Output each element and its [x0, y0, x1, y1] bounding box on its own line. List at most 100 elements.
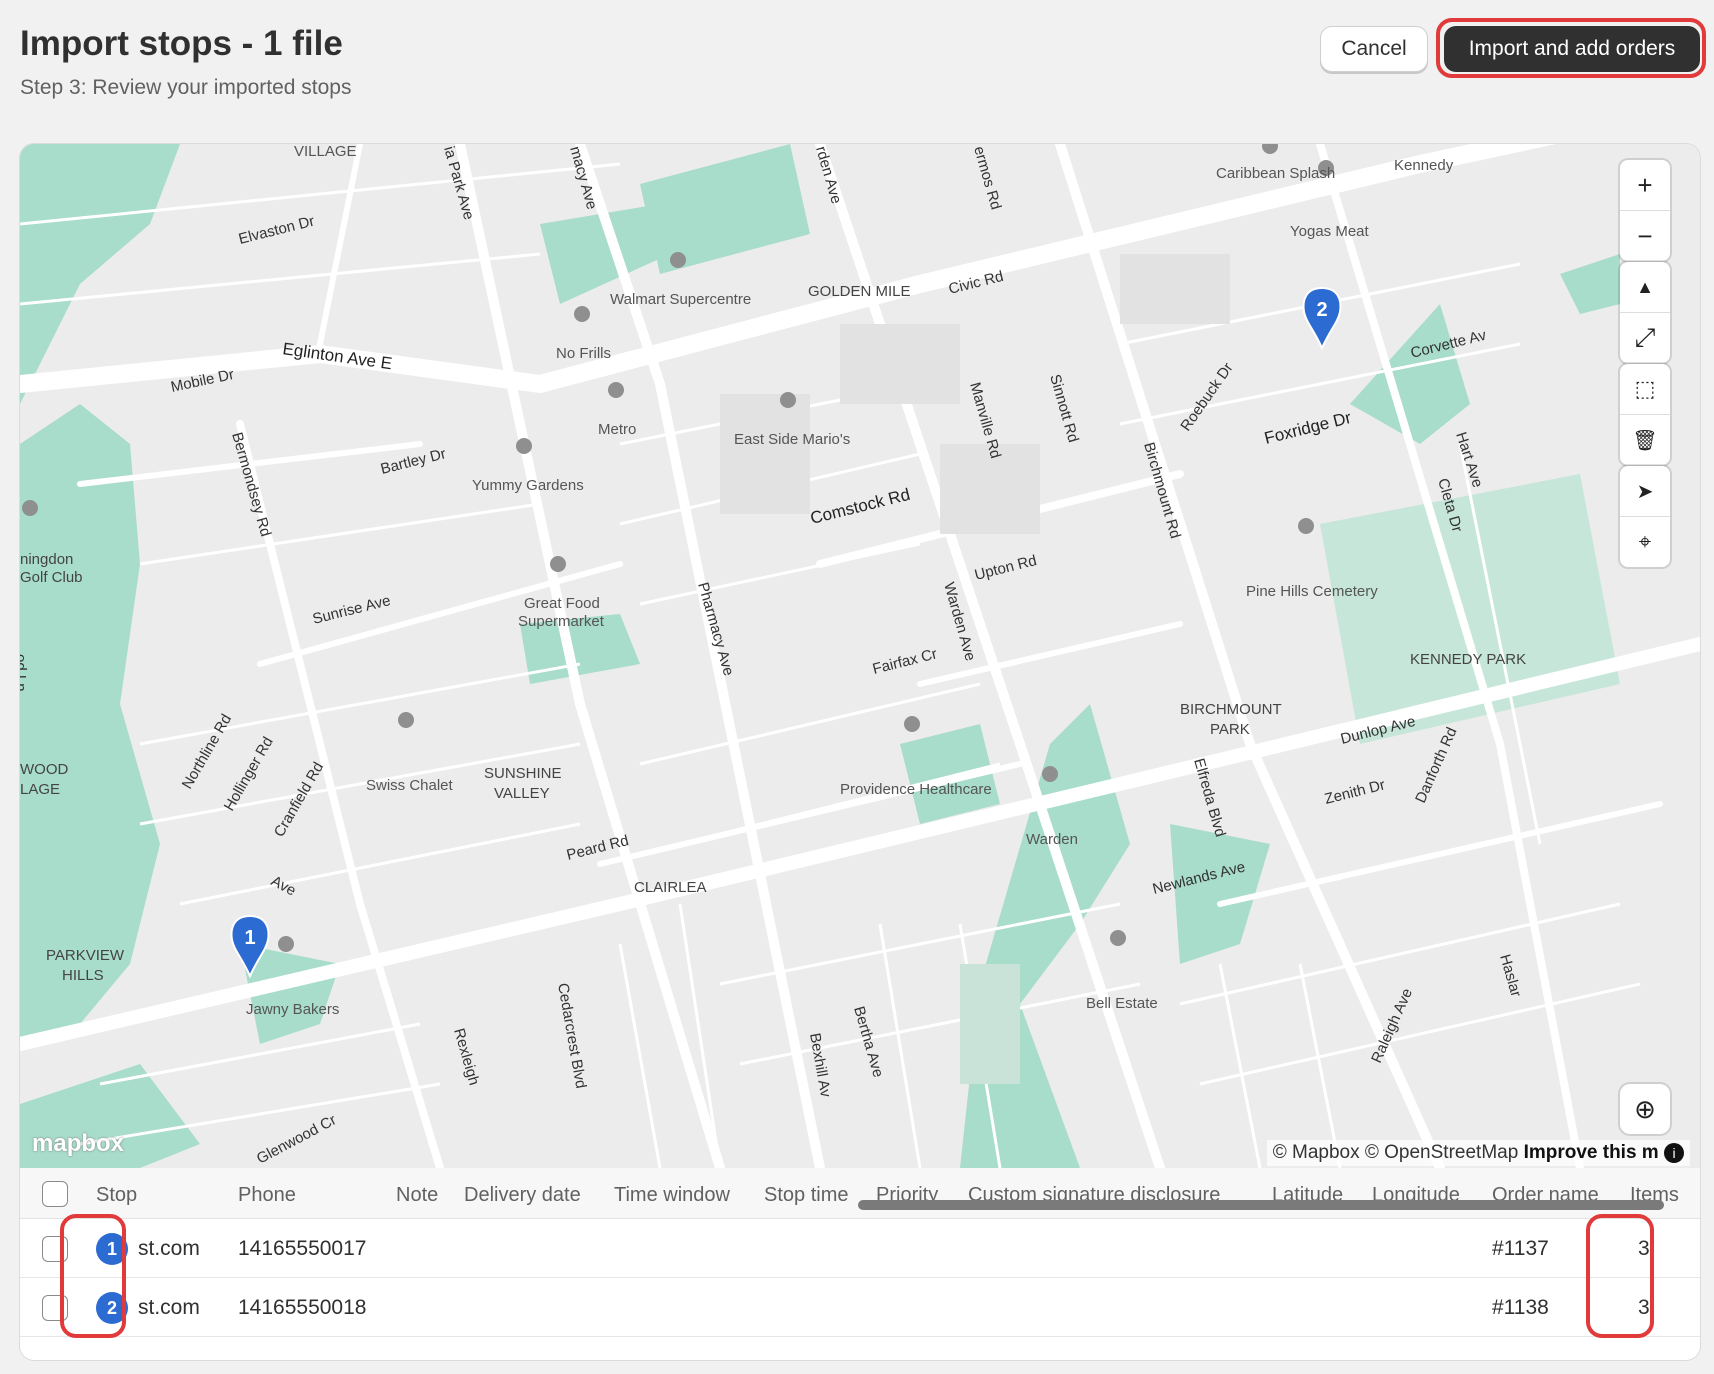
- map-label-sunshine-1: SUNSHINE: [484, 765, 562, 782]
- map-label-sunshine-2: VALLEY: [494, 785, 550, 802]
- map-label-hart: Hart Ave: [1452, 430, 1486, 490]
- globe-control: ⊕: [1620, 1084, 1670, 1134]
- compass-icon[interactable]: ▲: [1620, 262, 1670, 313]
- map-attribution: © Mapbox © OpenStreetMap Improve this m …: [1266, 1140, 1690, 1166]
- map-label-yogas: Yogas Meat: [1290, 223, 1370, 240]
- map-label-lage: LAGE: [20, 781, 60, 798]
- draw-controls: ⬚ 🗑: [1620, 364, 1670, 465]
- table-row[interactable]: 1 st.com 14165550017 #1137 3: [20, 1219, 1700, 1278]
- map-label-birchmount-park-2: PARK: [1210, 721, 1250, 738]
- map-label-kennedy: Kennedy: [1394, 157, 1454, 174]
- horizontal-scrollbar[interactable]: [858, 1200, 1664, 1210]
- info-icon[interactable]: i: [1664, 1143, 1684, 1163]
- map-label-sinnott: Sinnott Rd: [1046, 372, 1082, 444]
- map-label-upton: Upton Rd: [973, 552, 1039, 584]
- view-controls: ▲ ⤢: [1620, 262, 1670, 363]
- col-phone[interactable]: Phone: [238, 1184, 296, 1207]
- map-label-cedarcrest: Cedarcrest Blvd: [554, 982, 589, 1090]
- map-label-fairfax: Fairfax Cr: [871, 645, 939, 677]
- col-time-window[interactable]: Time window: [614, 1184, 730, 1207]
- map-label-supermarket: Supermarket: [518, 613, 605, 630]
- map-label-nofrills: No Frills: [556, 345, 611, 362]
- map-label-rexleigh: Rexleigh: [450, 1026, 482, 1087]
- row-order-name: #1138: [1492, 1296, 1549, 1319]
- map-label-ave-near-pin: Ave: [268, 873, 299, 900]
- map-label-haslar: Haslar: [1496, 952, 1524, 998]
- map-label-sunrise: Sunrise Ave: [311, 592, 393, 628]
- map-label-ermos: ermos Rd: [970, 144, 1004, 211]
- page-title: Import stops - 1 file: [20, 24, 343, 63]
- map-label-zenith: Zenith Dr: [1323, 776, 1387, 807]
- row-email: st.com: [138, 1237, 200, 1260]
- fullscreen-icon[interactable]: ⤢: [1620, 313, 1670, 363]
- import-review-card: VILLAGE Caribbean Splash Kennedy Elvasto…: [20, 144, 1700, 1360]
- trash-icon[interactable]: 🗑: [1620, 415, 1670, 465]
- map-label-rden: rden Ave: [812, 144, 845, 205]
- col-delivery-date[interactable]: Delivery date: [464, 1184, 581, 1207]
- map-label-danforth: Danforth Rd: [1412, 725, 1460, 806]
- map-label-foxridge: Foxridge Dr: [1262, 408, 1353, 448]
- zoom-in-button[interactable]: +: [1620, 160, 1670, 211]
- lasso-select-icon[interactable]: ⌖: [1620, 517, 1670, 567]
- map-label-village: VILLAGE: [294, 144, 357, 160]
- row-order-name: #1137: [1492, 1237, 1549, 1260]
- map-label-roebuck: Roebuck Dr: [1177, 360, 1236, 435]
- mapbox-logo: mapbox: [32, 1130, 125, 1157]
- map-label-parkview-2: HILLS: [62, 967, 104, 984]
- highlight-stop-column: [60, 1214, 126, 1338]
- stops-table: Stop Phone Note Delivery date Time windo…: [20, 1168, 1700, 1360]
- map-pin-2[interactable]: 2: [1302, 286, 1342, 351]
- row-phone: 14165550017: [238, 1237, 367, 1260]
- map-label-metro: Metro: [598, 421, 636, 438]
- map-label-caribbean: Caribbean Splash: [1216, 165, 1335, 182]
- map-label-golden-mile: GOLDEN MILE: [808, 283, 911, 300]
- map-label-eastside: East Side Mario's: [734, 431, 850, 448]
- map-label-swiss: Swiss Chalet: [366, 777, 454, 794]
- col-note[interactable]: Note: [396, 1184, 438, 1207]
- col-stop[interactable]: Stop: [96, 1184, 137, 1207]
- improve-map-link[interactable]: Improve this m: [1524, 1142, 1659, 1163]
- row-email: st.com: [138, 1296, 200, 1319]
- zoom-out-button[interactable]: −: [1620, 211, 1670, 261]
- map-pin-1-label: 1: [244, 927, 255, 949]
- map-label-pine-hills: Pine Hills Cemetery: [1246, 583, 1378, 600]
- map-label-golf-club: ningdon Golf Club: [20, 551, 83, 586]
- map-label-bermondsey: Bermondsey Rd: [228, 430, 274, 538]
- map-label-od-ln: od Ln: [20, 654, 29, 692]
- select-area-icon[interactable]: ⬚: [1620, 364, 1670, 415]
- highlight-items-column: [1586, 1214, 1654, 1338]
- pointer-icon[interactable]: ➤: [1620, 466, 1670, 517]
- map-label-parkview-1: PARKVIEW: [46, 947, 125, 964]
- table-header: Stop Phone Note Delivery date Time windo…: [20, 1168, 1700, 1219]
- map-label-eglinton: Eglinton Ave E: [281, 339, 393, 373]
- map-label-comstock: Comstock Rd: [808, 485, 912, 528]
- map-label-elfreda: Elfreda Blvd: [1190, 756, 1229, 838]
- map-view[interactable]: VILLAGE Caribbean Splash Kennedy Elvasto…: [20, 144, 1700, 1168]
- table-row[interactable]: 2 st.com 14165550018 #1138 3: [20, 1278, 1700, 1337]
- map-label-northline: Northline Rd: [179, 711, 235, 792]
- row-phone: 14165550018: [238, 1296, 367, 1319]
- map-label-warden: Warden: [1026, 831, 1078, 848]
- map-label-great-food: Great Food: [524, 595, 600, 612]
- page-subtitle: Step 3: Review your imported stops: [20, 76, 352, 99]
- map-label-kennedy-park: KENNEDY PARK: [1410, 651, 1526, 668]
- map-label-glenwood: Glenwood Cr: [254, 1111, 339, 1167]
- map-label-jawny: Jawny Bakers: [246, 1001, 339, 1018]
- attribution-text[interactable]: © Mapbox © OpenStreetMap: [1273, 1142, 1519, 1163]
- globe-icon[interactable]: ⊕: [1620, 1084, 1670, 1134]
- map-label-bell: Bell Estate: [1086, 995, 1158, 1012]
- map-label-bexhill: Bexhill Av: [806, 1032, 834, 1099]
- cancel-button[interactable]: Cancel: [1320, 26, 1428, 72]
- select-all-checkbox[interactable]: [42, 1181, 68, 1207]
- map-canvas[interactable]: VILLAGE Caribbean Splash Kennedy Elvasto…: [20, 144, 1700, 1168]
- map-label-birchmount-park-1: BIRCHMOUNT: [1180, 701, 1282, 718]
- map-pin-2-label: 2: [1316, 299, 1327, 321]
- map-label-walmart: Walmart Supercentre: [610, 291, 751, 308]
- col-stop-time[interactable]: Stop time: [764, 1184, 848, 1207]
- map-label-clairlea: CLAIRLEA: [634, 879, 707, 896]
- map-label-elvaston: Elvaston Dr: [237, 213, 316, 248]
- highlight-primary-button: [1436, 18, 1706, 78]
- map-label-providence: Providence Healthcare: [840, 781, 992, 798]
- map-label-wood: WOOD: [20, 761, 68, 778]
- pointer-controls: ➤ ⌖: [1620, 466, 1670, 567]
